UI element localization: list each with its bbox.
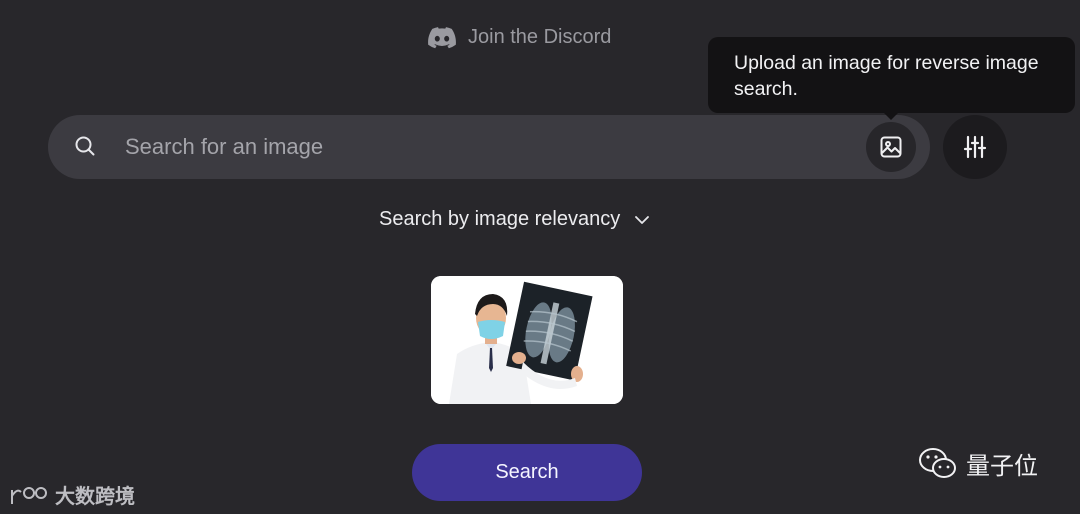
sort-label: Search by image relevancy <box>379 208 621 230</box>
doctor-xray-image <box>431 276 623 404</box>
discord-link[interactable]: Join the Discord <box>428 26 611 49</box>
watermark-left-text: 大数跨境 <box>55 486 135 508</box>
watermark-left: 大数跨境 <box>9 480 135 509</box>
logo-icon <box>11 486 47 504</box>
wechat-icon <box>919 447 956 478</box>
discord-label: Join the Discord <box>468 26 612 48</box>
search-input[interactable] <box>125 126 845 168</box>
watermark-right: 量子位 <box>918 446 1038 481</box>
watermark-right-text: 量子位 <box>966 453 1038 480</box>
discord-icon <box>428 26 456 48</box>
uploaded-image-preview[interactable] <box>431 276 623 404</box>
image-icon <box>880 136 902 158</box>
sliders-icon <box>963 135 987 159</box>
search-button[interactable]: Search <box>412 444 642 501</box>
tooltip-arrow <box>882 111 900 120</box>
chevron-down-icon <box>635 215 650 224</box>
search-icon <box>75 136 95 156</box>
filters-button[interactable] <box>943 115 1007 179</box>
tooltip-text: Upload an image for reverse image search… <box>734 52 1039 100</box>
tooltip: Upload an image for reverse image search… <box>708 37 1075 113</box>
image-upload-button[interactable] <box>866 122 916 172</box>
sort-dropdown[interactable]: Search by image relevancy <box>379 208 650 231</box>
